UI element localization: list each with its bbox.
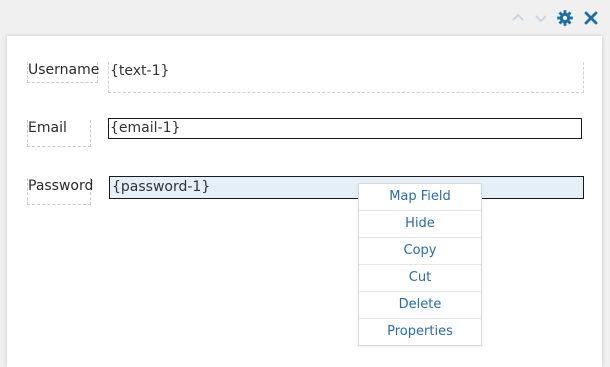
menu-item-copy[interactable]: Copy [359, 237, 481, 264]
password-label[interactable]: Password [27, 178, 94, 205]
menu-item-delete[interactable]: Delete [359, 291, 481, 318]
password-field[interactable]: {password-1} [109, 176, 584, 199]
username-field-value: {text-1} [110, 63, 170, 79]
menu-item-properties[interactable]: Properties [359, 318, 481, 345]
username-field[interactable]: {text-1} [108, 62, 584, 93]
chevron-up-icon[interactable] [509, 9, 527, 27]
email-label-text: Email [28, 120, 67, 136]
password-field-value: {password-1} [112, 179, 211, 195]
close-icon[interactable] [582, 9, 600, 27]
window-toolbar [0, 0, 610, 36]
menu-item-map-field[interactable]: Map Field [359, 184, 481, 210]
email-label[interactable]: Email [27, 120, 91, 147]
email-field[interactable]: {email-1} [108, 118, 582, 139]
email-field-value: {email-1} [110, 120, 181, 136]
menu-item-cut[interactable]: Cut [359, 264, 481, 291]
username-label-text: Username [28, 62, 100, 78]
form-canvas: Username {text-1} Email {email-1} Passwo… [7, 36, 602, 367]
context-menu: Map Field Hide Copy Cut Delete Propertie… [358, 183, 482, 346]
chevron-down-icon[interactable] [532, 9, 550, 27]
username-label[interactable]: Username [27, 62, 100, 83]
menu-item-hide[interactable]: Hide [359, 210, 481, 237]
password-label-text: Password [28, 178, 94, 194]
gear-icon[interactable] [556, 9, 574, 27]
